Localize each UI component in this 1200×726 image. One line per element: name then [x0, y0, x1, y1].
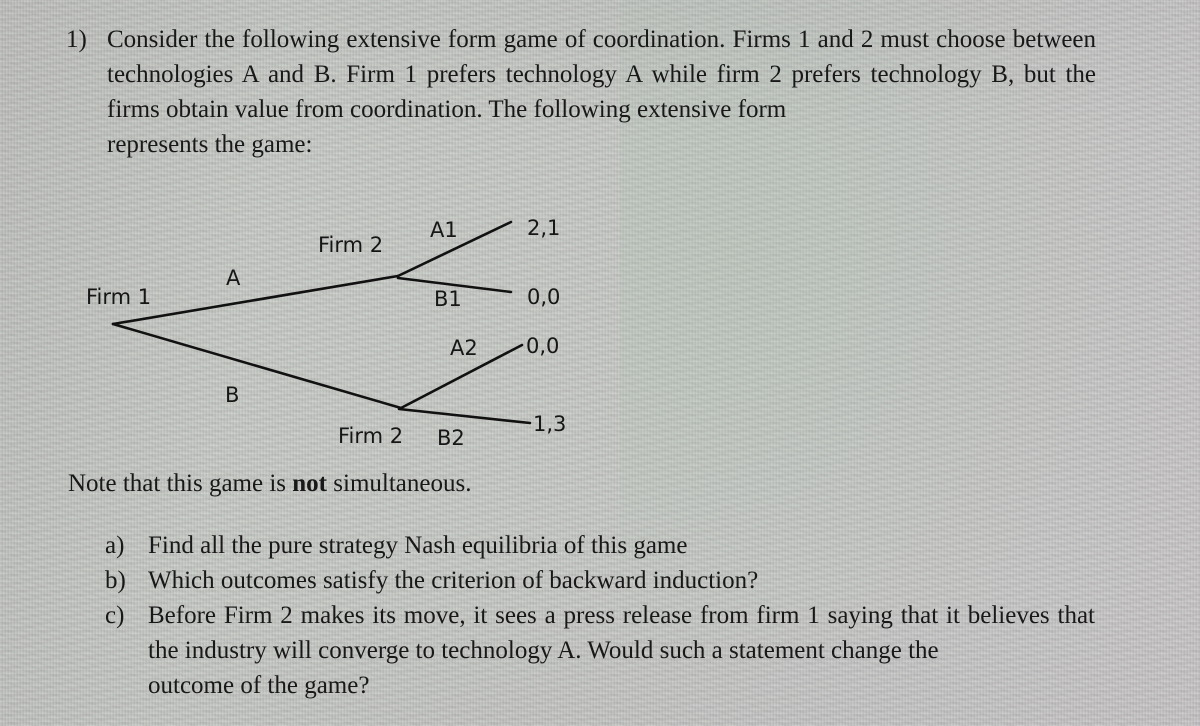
tree-payoff-b1: 0,0 [527, 285, 561, 309]
subquestion-c-marker: c) [105, 602, 125, 629]
question-paragraph: Consider the following extensive form ga… [107, 22, 1096, 162]
tree-label-firm-2-lower: Firm 2 [338, 424, 404, 448]
subquestion-b: b) Which outcomes satisfy the criterion … [105, 563, 1095, 598]
question-line-4: represents the game: [107, 131, 313, 158]
tree-payoff-a2: 0,0 [526, 334, 560, 358]
note-text-bold: not [292, 470, 328, 497]
tree-label-branch-b: B [225, 383, 240, 407]
tree-label-firm-2-upper: Firm 2 [318, 233, 384, 257]
tree-label-branch-a2: A2 [450, 336, 478, 360]
subquestion-b-marker: b) [105, 567, 126, 594]
tree-label-firm-1: Firm 1 [86, 285, 152, 309]
tree-label-branch-a: A [226, 266, 241, 290]
subquestion-a-line-1: Find all the pure strategy Nash equilibr… [148, 532, 688, 559]
note-text-before: Note that this game is [68, 470, 293, 497]
question-line-1: Consider the following extensive form ga… [107, 26, 1006, 53]
edge-branch-b [111, 322, 403, 410]
edge-branch-a [111, 274, 400, 326]
document-content: 1) Consider the following extensive form… [0, 0, 1200, 726]
note-text-after: simultaneous. [327, 470, 472, 497]
tree-label-branch-a1: A1 [430, 218, 458, 242]
edge-branch-b2 [397, 407, 532, 425]
subquestion-c-line-1: Before Firm 2 makes its move, it sees a … [148, 602, 1050, 629]
subquestion-a-marker: a) [105, 532, 125, 559]
subquestion-a: a) Find all the pure strategy Nash equil… [105, 528, 1095, 563]
tree-label-branch-b2: B2 [437, 426, 465, 450]
question-number: 1) [66, 26, 87, 53]
subquestion-b-line-1: Which outcomes satisfy the criterion of … [148, 567, 759, 594]
note-line: Note that this game is not simultaneous. [68, 466, 471, 501]
question-1-block: 1) Consider the following extensive form… [66, 22, 1096, 162]
subquestion-b-body: Which outcomes satisfy the criterion of … [148, 563, 1095, 598]
subquestion-list: a) Find all the pure strategy Nash equil… [105, 528, 1095, 703]
subquestion-c-line-3: outcome of the game? [148, 672, 370, 699]
tree-label-branch-b1: B1 [434, 287, 462, 311]
tree-payoff-a1: 2,1 [527, 216, 561, 240]
subquestion-c: c) Before Firm 2 makes its move, it sees… [105, 598, 1095, 703]
subquestion-c-body: Before Firm 2 makes its move, it sees a … [148, 598, 1095, 703]
subquestion-a-body: Find all the pure strategy Nash equilibr… [148, 528, 1095, 563]
tree-payoff-b2: 1,3 [533, 412, 567, 436]
